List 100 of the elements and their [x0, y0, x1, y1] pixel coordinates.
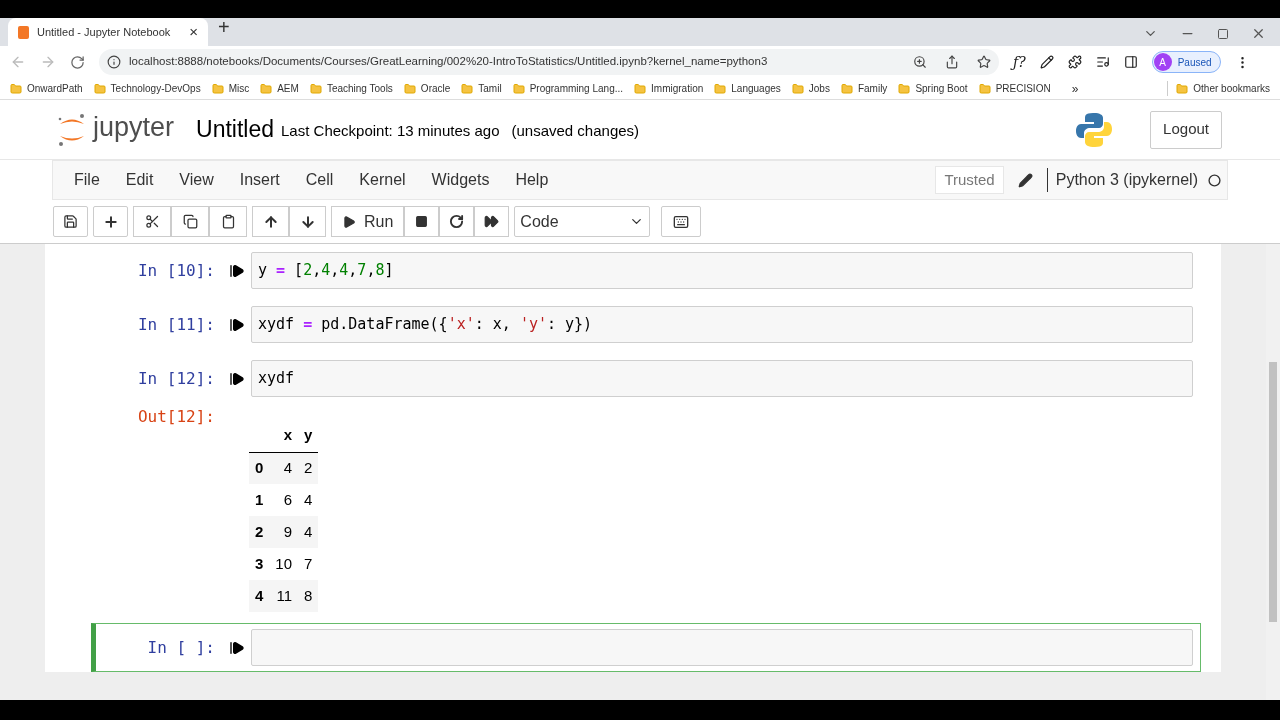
- run-all-button[interactable]: [474, 206, 510, 237]
- profile-button[interactable]: A Paused: [1151, 51, 1221, 73]
- side-panel-icon[interactable]: [1123, 55, 1138, 69]
- menu-item[interactable]: Cell: [292, 168, 347, 192]
- code-input[interactable]: y = [2,4,4,7,8]: [251, 252, 1193, 289]
- table-cell: 4: [298, 516, 319, 548]
- bookmark-item[interactable]: Technology-DevOps: [110, 81, 201, 96]
- run-cell-icon[interactable]: [229, 262, 245, 279]
- browser-tab[interactable]: Untitled - Jupyter Notebook ×: [8, 18, 208, 46]
- save-status: (unsaved changes): [511, 120, 640, 141]
- share-icon[interactable]: [945, 55, 959, 69]
- row-index: 0: [249, 452, 270, 484]
- input-prompt: In [12]:: [136, 367, 216, 390]
- bookmark-item[interactable]: PRECISION: [995, 81, 1051, 96]
- checkpoint-text: Last Checkpoint: 13 minutes ago: [281, 120, 500, 141]
- table-cell: 7: [298, 548, 319, 580]
- kernel-name[interactable]: Python 3 (ipykernel): [1046, 168, 1198, 192]
- trusted-indicator[interactable]: Trusted: [935, 166, 1004, 194]
- menu-item[interactable]: Kernel: [346, 168, 419, 192]
- restart-icon: [449, 214, 465, 229]
- zoom-icon[interactable]: [913, 55, 927, 69]
- media-icon[interactable]: [1095, 55, 1110, 69]
- menu-item[interactable]: Help: [502, 168, 562, 192]
- menu-item[interactable]: Insert: [226, 168, 293, 192]
- notebook-name[interactable]: Untitled: [196, 112, 275, 147]
- save-icon: [63, 214, 78, 229]
- edit-icon[interactable]: [1017, 172, 1033, 188]
- bookmark-item[interactable]: Jobs: [808, 81, 830, 96]
- profile-status: Paused: [1177, 55, 1212, 70]
- scissors-icon: [144, 214, 160, 229]
- move-up-button[interactable]: [252, 206, 289, 237]
- row-index: 1: [249, 484, 270, 516]
- copy-icon: [182, 214, 198, 229]
- run-cell-icon[interactable]: [229, 316, 245, 333]
- menu-item[interactable]: Edit: [112, 168, 167, 192]
- bookmark-item[interactable]: Oracle: [420, 81, 451, 96]
- notebook-cell[interactable]: In [11]: xydf = pd.DataFrame({'x': x, 'y': y}): [91, 300, 1201, 349]
- stop-button[interactable]: [404, 206, 440, 237]
- code-input[interactable]: [251, 629, 1193, 666]
- table-cell: 2: [298, 452, 319, 484]
- bookmark-item[interactable]: Family: [857, 81, 888, 96]
- row-index: 2: [249, 516, 270, 548]
- output-prompt: Out[12]:: [136, 406, 216, 428]
- close-window-icon[interactable]: [1251, 26, 1266, 41]
- menu-item[interactable]: Widgets: [418, 168, 503, 192]
- bookmark-item[interactable]: Spring Boot: [915, 81, 968, 96]
- bookmark-item[interactable]: Programming Lang...: [529, 81, 624, 96]
- reload-icon[interactable]: [70, 54, 85, 70]
- column-header: x: [269, 419, 299, 452]
- notebook-cell[interactable]: In [12]: xydf Out[12]: x y 0 4 2 1 6 4 2 9 4 3 10 7 4 11 8: [91, 354, 1201, 618]
- bookmark-item[interactable]: Other bookmarks: [1193, 81, 1270, 96]
- clipboard-icon: [220, 214, 236, 229]
- logout-button[interactable]: Logout: [1150, 110, 1222, 149]
- copy-button[interactable]: [171, 206, 209, 237]
- insert-cell-button[interactable]: [93, 206, 128, 237]
- python-logo-icon: [1076, 111, 1113, 148]
- code-line: xydf: [258, 368, 295, 390]
- url-text: localhost:8888/notebooks/Documents/Courses/GreatLearning/002%20-IntroToStatistics/Untitled.ipynb?kernel_name=python3: [129, 54, 769, 70]
- bookmark-item[interactable]: AEM: [277, 81, 299, 96]
- code-line: y = [2,4,4,7,8]: [258, 260, 394, 282]
- more-bookmarks-button[interactable]: »: [1071, 79, 1079, 98]
- notebook-cell[interactable]: In [ ]:: [91, 623, 1201, 672]
- input-prompt: In [11]:: [136, 313, 216, 336]
- cut-button[interactable]: [133, 206, 171, 237]
- bookmark-item[interactable]: Languages: [731, 81, 781, 96]
- code-input[interactable]: xydf = pd.DataFrame({'x': x, 'y': y}): [251, 306, 1193, 343]
- menu-item[interactable]: File: [61, 168, 113, 192]
- menu-item[interactable]: View: [166, 168, 227, 192]
- restart-button[interactable]: [439, 206, 475, 237]
- cell-type-dropdown[interactable]: Code: [514, 206, 651, 237]
- plus-icon: [102, 213, 119, 230]
- bookmark-item[interactable]: Teaching Tools: [326, 81, 393, 96]
- bookmark-star-icon[interactable]: [977, 55, 991, 69]
- run-button[interactable]: Run: [331, 206, 405, 237]
- move-down-button[interactable]: [289, 206, 326, 237]
- tab-title: Untitled - Jupyter Notebook: [37, 24, 172, 40]
- table-cell: 4: [298, 484, 319, 516]
- bookmark-item[interactable]: Tamil: [478, 81, 502, 96]
- kernel-idle-icon: [1208, 173, 1221, 187]
- address-bar[interactable]: localhost:8888/notebooks/Documents/Courses/GreatLearning/002%20-IntroToStatistics/Untitled.ipynb?kernel_name=python3: [99, 49, 999, 75]
- paste-button[interactable]: [209, 206, 247, 237]
- keyboard-shortcuts-button[interactable]: [661, 206, 702, 237]
- keyboard-icon: [673, 213, 690, 230]
- run-cell-icon[interactable]: [229, 639, 245, 656]
- run-cell-icon[interactable]: [229, 370, 245, 387]
- extensions-icon[interactable]: [1067, 55, 1082, 69]
- bookmark-item[interactable]: Misc: [228, 81, 250, 96]
- bookmark-item[interactable]: OnwardPath: [27, 81, 83, 96]
- play-icon: [342, 214, 356, 229]
- save-button[interactable]: [53, 206, 88, 237]
- close-tab-button[interactable]: ×: [189, 20, 198, 44]
- stop-icon: [415, 215, 429, 228]
- table-cell: 11: [269, 580, 299, 612]
- site-info-icon[interactable]: [107, 55, 121, 69]
- row-index: 3: [249, 548, 270, 580]
- new-tab-button[interactable]: +: [218, 12, 230, 42]
- bookmark-item[interactable]: Immigration: [651, 81, 704, 96]
- restore-icon[interactable]: [1217, 27, 1229, 40]
- notebook-cell[interactable]: In [10]: y = [2,4,4,7,8]: [91, 246, 1201, 295]
- code-input[interactable]: xydf: [251, 360, 1193, 397]
